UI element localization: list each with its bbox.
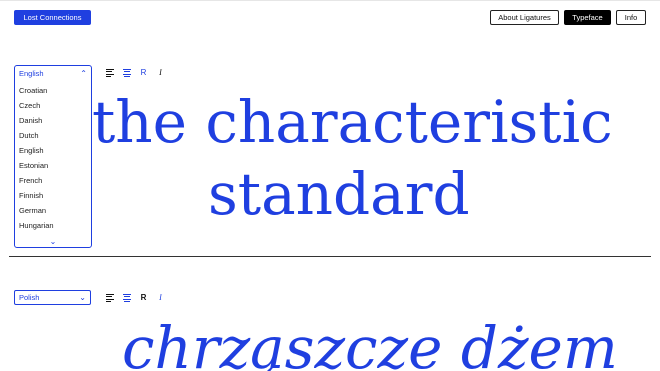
- chevron-up-icon[interactable]: ⌃: [80, 66, 87, 81]
- language-select[interactable]: Polish ⌄: [14, 290, 91, 305]
- align-left-icon[interactable]: [104, 292, 115, 304]
- italic-style-button[interactable]: I: [155, 67, 166, 79]
- language-option-german[interactable]: German: [15, 203, 91, 218]
- specimen-text-line-2[interactable]: standard: [208, 160, 470, 228]
- align-left-icon[interactable]: [104, 67, 115, 79]
- language-option-estonian[interactable]: Estonian: [15, 158, 91, 173]
- language-select-value: Polish: [19, 293, 40, 302]
- specimen-text-polish[interactable]: chrząszcze dżem: [122, 314, 618, 371]
- regular-style-button[interactable]: R: [138, 67, 149, 79]
- typeface-button[interactable]: Typeface: [564, 10, 611, 25]
- language-option-english[interactable]: English: [15, 143, 91, 158]
- specimen-text-line-1[interactable]: the characteristic: [92, 88, 613, 156]
- top-border: [0, 0, 660, 1]
- language-dropdown-open[interactable]: English ⌃ Croatian Czech Danish Dutch En…: [14, 65, 92, 248]
- specimen2-toolbar: R I: [104, 292, 166, 304]
- language-option-finnish[interactable]: Finnish: [15, 188, 91, 203]
- info-button[interactable]: Info: [616, 10, 646, 25]
- lost-connections-button[interactable]: Lost Connections: [14, 10, 91, 25]
- language-option-hungarian[interactable]: Hungarian: [15, 218, 91, 233]
- language-option-croatian[interactable]: Croatian: [15, 83, 91, 98]
- language-option-french[interactable]: French: [15, 173, 91, 188]
- chevron-down-icon[interactable]: ⌄: [15, 237, 91, 246]
- align-center-icon[interactable]: [121, 67, 132, 79]
- chevron-down-icon: ⌄: [79, 293, 86, 302]
- language-option-dutch[interactable]: Dutch: [15, 128, 91, 143]
- language-options: Croatian Czech Danish Dutch English Esto…: [15, 83, 91, 233]
- language-option-danish[interactable]: Danish: [15, 113, 91, 128]
- language-option-czech[interactable]: Czech: [15, 98, 91, 113]
- section-divider: [9, 256, 651, 257]
- italic-style-button[interactable]: I: [155, 292, 166, 304]
- align-center-icon[interactable]: [121, 292, 132, 304]
- language-select-value: English: [19, 69, 44, 78]
- specimen1-toolbar: R I: [104, 67, 166, 79]
- language-select-current[interactable]: English ⌃: [15, 66, 91, 81]
- regular-style-button[interactable]: R: [138, 292, 149, 304]
- about-ligatures-button[interactable]: About Ligatures: [490, 10, 559, 25]
